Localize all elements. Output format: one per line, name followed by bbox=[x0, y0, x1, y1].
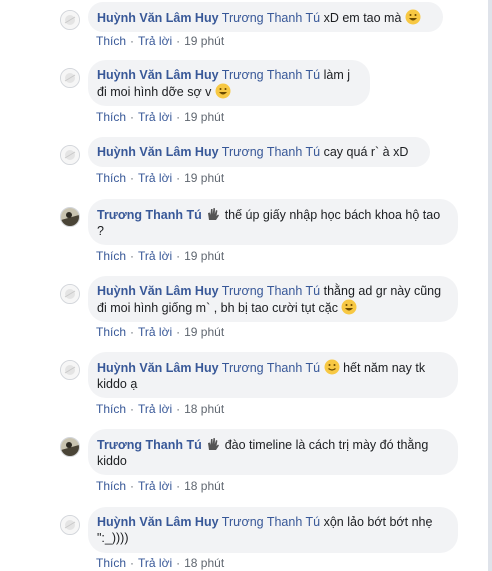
like-link[interactable]: Thích bbox=[96, 556, 126, 570]
comment-author[interactable]: Huỳnh Văn Lâm Huy bbox=[97, 11, 219, 25]
waving-hand-emoji-icon bbox=[208, 208, 220, 220]
like-link[interactable]: Thích bbox=[96, 110, 126, 124]
comment-text: cay quá r` à xD bbox=[323, 145, 409, 159]
separator: · bbox=[130, 325, 135, 339]
separator: · bbox=[130, 34, 135, 48]
comment-time[interactable]: 19 phút bbox=[184, 249, 224, 263]
separator: · bbox=[176, 34, 181, 48]
like-link[interactable]: Thích bbox=[96, 171, 126, 185]
like-link[interactable]: Thích bbox=[96, 325, 126, 339]
separator: · bbox=[130, 249, 135, 263]
comment-author[interactable]: Huỳnh Văn Lâm Huy bbox=[97, 145, 219, 159]
comment-mention[interactable]: Trương Thanh Tú bbox=[222, 68, 320, 82]
comment-actions: Thích · Trả lời · 19 phút bbox=[96, 249, 224, 263]
separator: · bbox=[176, 249, 181, 263]
comment-mention[interactable]: Trương Thanh Tú bbox=[222, 11, 320, 25]
scrollbar-track[interactable] bbox=[488, 0, 492, 571]
comment-time[interactable]: 19 phút bbox=[184, 34, 224, 48]
like-link[interactable]: Thích bbox=[96, 249, 126, 263]
separator: · bbox=[130, 171, 135, 185]
comment-bubble: Huỳnh Văn Lâm Huy Trương Thanh Tú làm j … bbox=[88, 60, 370, 106]
comment-author[interactable]: Trương Thanh Tú bbox=[97, 208, 202, 222]
comment-actions: Thích · Trả lời · 19 phút bbox=[96, 325, 224, 339]
comment-actions: Thích · Trả lời · 19 phút bbox=[96, 34, 224, 48]
separator: · bbox=[130, 110, 135, 124]
avatar[interactable] bbox=[60, 284, 80, 304]
separator: · bbox=[176, 402, 181, 416]
comment-author[interactable]: Huỳnh Văn Lâm Huy bbox=[97, 284, 219, 298]
reply-link[interactable]: Trả lời bbox=[138, 402, 172, 416]
smile-emoji-icon bbox=[324, 359, 340, 375]
avatar[interactable] bbox=[60, 360, 80, 380]
grin-emoji-icon bbox=[405, 9, 421, 25]
comment-mention[interactable]: Trương Thanh Tú bbox=[222, 284, 320, 298]
separator: · bbox=[130, 402, 135, 416]
separator: · bbox=[176, 171, 181, 185]
waving-hand-emoji-icon bbox=[208, 438, 220, 450]
avatar[interactable] bbox=[60, 437, 80, 457]
reply-link[interactable]: Trả lời bbox=[138, 325, 172, 339]
comment-time[interactable]: 18 phút bbox=[184, 556, 224, 570]
comment-bubble: Trương Thanh Tú đào timeline là cách trị… bbox=[88, 429, 458, 475]
reply-link[interactable]: Trả lời bbox=[138, 479, 172, 493]
comment-actions: Thích · Trả lời · 18 phút bbox=[96, 479, 224, 493]
avatar[interactable] bbox=[60, 68, 80, 88]
comment-mention[interactable]: Trương Thanh Tú bbox=[222, 361, 320, 375]
avatar[interactable] bbox=[60, 207, 80, 227]
comment-author[interactable]: Huỳnh Văn Lâm Huy bbox=[97, 515, 219, 529]
comment-bubble: Huỳnh Văn Lâm Huy Trương Thanh Tú xD em … bbox=[88, 2, 443, 32]
comment-bubble: Trương Thanh Tú thế úp giấy nhập học bác… bbox=[88, 199, 458, 245]
separator: · bbox=[130, 556, 135, 570]
separator: · bbox=[176, 556, 181, 570]
comment-time[interactable]: 19 phút bbox=[184, 171, 224, 185]
separator: · bbox=[130, 479, 135, 493]
comment-time[interactable]: 18 phút bbox=[184, 402, 224, 416]
reply-link[interactable]: Trả lời bbox=[138, 171, 172, 185]
reply-link[interactable]: Trả lời bbox=[138, 556, 172, 570]
comment-mention[interactable]: Trương Thanh Tú bbox=[222, 145, 320, 159]
avatar[interactable] bbox=[60, 515, 80, 535]
reply-link[interactable]: Trả lời bbox=[138, 110, 172, 124]
comment-actions: Thích · Trả lời · 18 phút bbox=[96, 556, 224, 570]
comment-author[interactable]: Huỳnh Văn Lâm Huy bbox=[97, 361, 219, 375]
comment-bubble: Huỳnh Văn Lâm Huy Trương Thanh Tú xộn lả… bbox=[88, 507, 458, 553]
comment-actions: Thích · Trả lời · 19 phút bbox=[96, 171, 224, 185]
comment-actions: Thích · Trả lời · 19 phút bbox=[96, 110, 224, 124]
separator: · bbox=[176, 479, 181, 493]
avatar[interactable] bbox=[60, 145, 80, 165]
comment-time[interactable]: 19 phút bbox=[184, 325, 224, 339]
reply-link[interactable]: Trả lời bbox=[138, 249, 172, 263]
like-link[interactable]: Thích bbox=[96, 402, 126, 416]
grin-emoji-icon bbox=[341, 299, 357, 315]
comment-time[interactable]: 18 phút bbox=[184, 479, 224, 493]
comment-bubble: Huỳnh Văn Lâm Huy Trương Thanh Tú thằng … bbox=[88, 276, 458, 322]
reply-link[interactable]: Trả lời bbox=[138, 34, 172, 48]
avatar[interactable] bbox=[60, 10, 80, 30]
comment-bubble: Huỳnh Văn Lâm Huy Trương Thanh Tú hết nă… bbox=[88, 352, 458, 398]
comment-time[interactable]: 19 phút bbox=[184, 110, 224, 124]
comment-actions: Thích · Trả lời · 18 phút bbox=[96, 402, 224, 416]
like-link[interactable]: Thích bbox=[96, 34, 126, 48]
comment-author[interactable]: Trương Thanh Tú bbox=[97, 438, 202, 452]
comment-text: xD em tao mà bbox=[323, 11, 402, 25]
separator: · bbox=[176, 110, 181, 124]
separator: · bbox=[176, 325, 181, 339]
comment-mention[interactable]: Trương Thanh Tú bbox=[222, 515, 320, 529]
comment-author[interactable]: Huỳnh Văn Lâm Huy bbox=[97, 68, 219, 82]
comment-bubble: Huỳnh Văn Lâm Huy Trương Thanh Tú cay qu… bbox=[88, 137, 430, 167]
grin-emoji-icon bbox=[215, 83, 231, 99]
like-link[interactable]: Thích bbox=[96, 479, 126, 493]
